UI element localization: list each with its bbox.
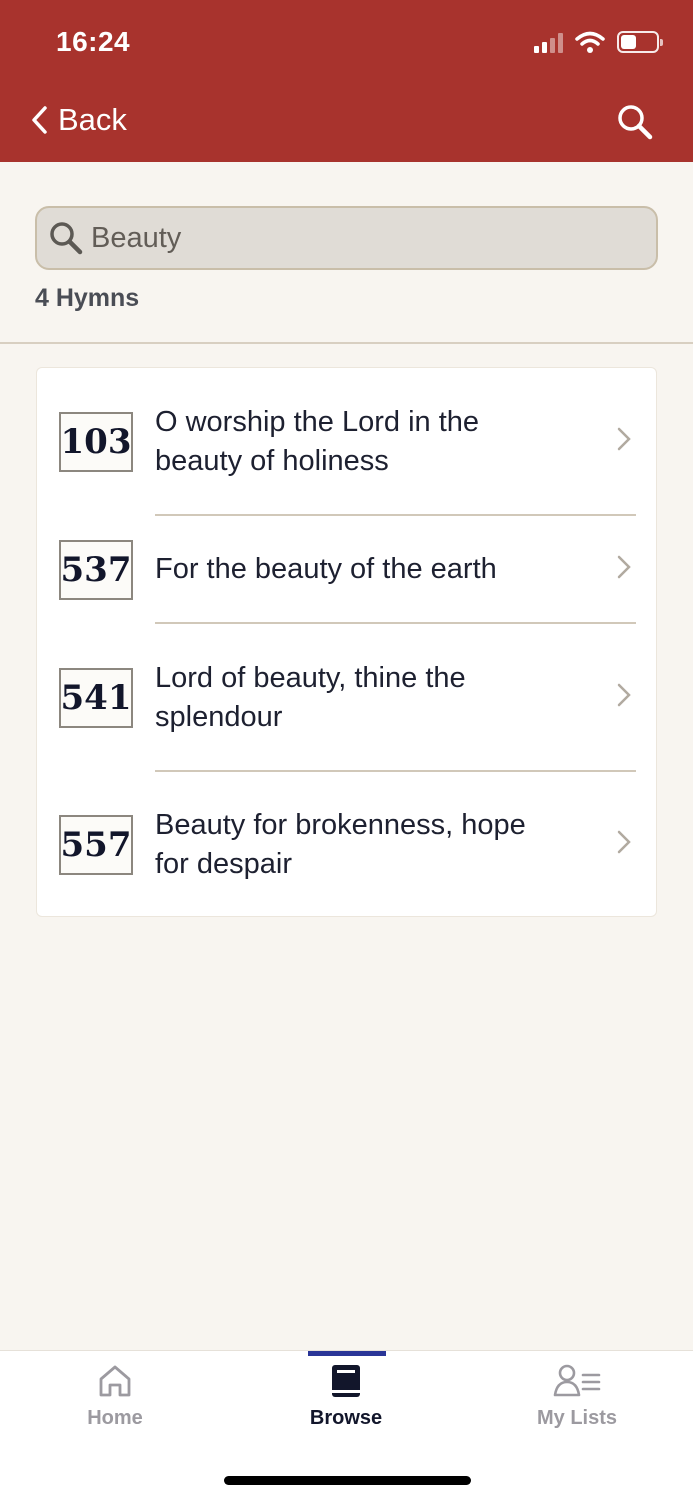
home-icon: [99, 1365, 131, 1397]
search-icon: [50, 222, 83, 255]
hymn-title: O worship the Lord in the beauty of holi…: [155, 406, 480, 477]
app-header: 16:24 Back: [0, 0, 693, 162]
chevron-right-icon: [617, 427, 631, 451]
hymn-number: 103: [59, 412, 133, 472]
hymn-row-537[interactable]: 537 For the beauty of the earth: [37, 516, 658, 622]
back-label: Back: [58, 102, 127, 137]
results-count: 4 Hymns: [35, 284, 140, 312]
divider: [0, 342, 693, 344]
person-list-icon: [553, 1364, 601, 1397]
hymn-row-103[interactable]: 103 O worship the Lord in the beauty of …: [37, 368, 658, 514]
home-indicator: [224, 1476, 471, 1485]
hymn-row-557[interactable]: 557 Beauty for brokenness, hope for desp…: [37, 772, 658, 918]
hymn-title: Beauty for brokenness, hope for despair: [155, 809, 526, 880]
tab-home[interactable]: Home: [35, 1351, 195, 1451]
hymn-title: For the beauty of the earth: [155, 553, 497, 585]
hymn-title: Lord of beauty, thine the splendour: [155, 662, 466, 733]
search-field[interactable]: [35, 206, 658, 270]
search-icon[interactable]: [617, 104, 653, 140]
status-icons: [534, 30, 663, 54]
hymn-number: 541: [59, 668, 133, 728]
status-time: 16:24: [56, 26, 131, 57]
hymn-row-541[interactable]: 541 Lord of beauty, thine the splendour: [37, 624, 658, 770]
chevron-right-icon: [617, 683, 631, 707]
battery-icon: [617, 31, 663, 53]
tab-browse[interactable]: Browse: [266, 1351, 426, 1451]
wifi-icon: [575, 31, 605, 53]
search-input[interactable]: [91, 221, 631, 255]
hymn-number: 557: [59, 815, 133, 875]
chevron-right-icon: [617, 555, 631, 579]
book-icon: [332, 1365, 360, 1397]
chevron-left-icon: [32, 106, 47, 134]
chevron-right-icon: [617, 830, 631, 854]
hymn-list: 103 O worship the Lord in the beauty of …: [36, 367, 657, 917]
back-button[interactable]: Back: [30, 102, 127, 138]
hymn-number: 537: [59, 540, 133, 600]
cellular-signal-icon: [534, 31, 563, 53]
tab-my-lists[interactable]: My Lists: [497, 1351, 657, 1451]
